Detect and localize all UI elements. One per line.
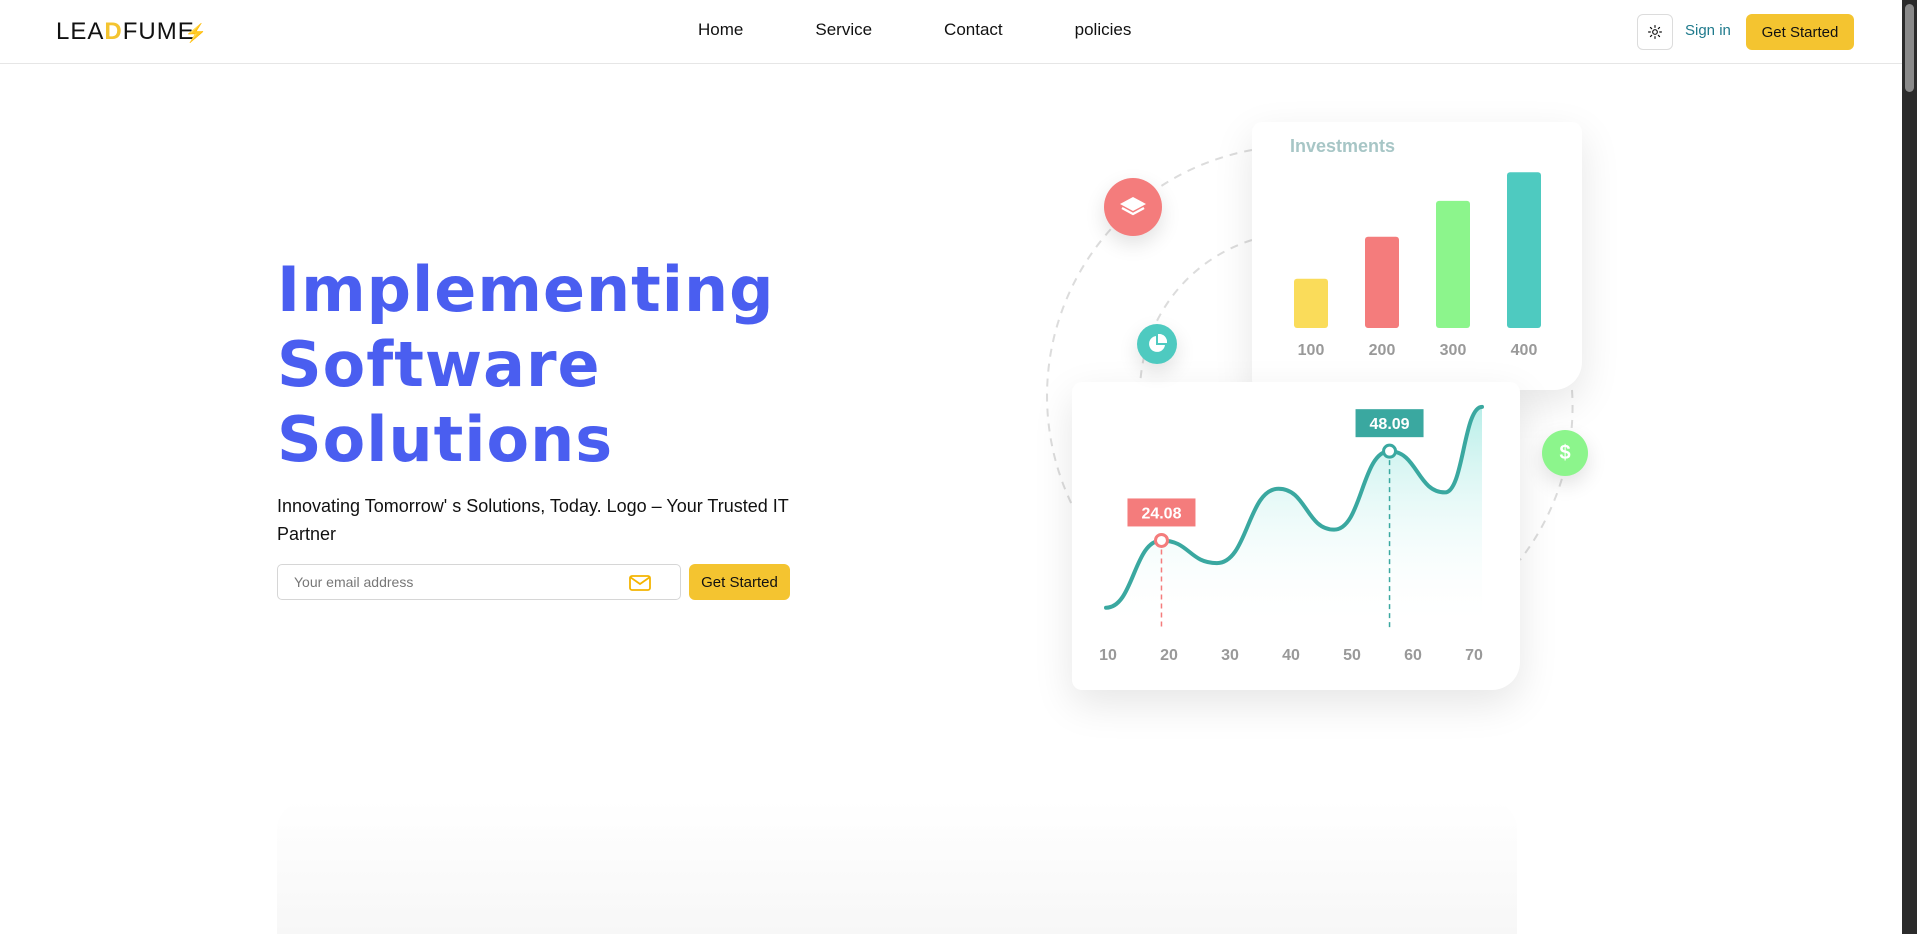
dollar-badge: $ — [1542, 430, 1588, 476]
sun-icon — [1648, 25, 1662, 39]
nav-link-contact[interactable]: Contact — [944, 20, 1003, 40]
logo-text-fume: FUME — [122, 18, 195, 45]
nav-link-home[interactable]: Home — [698, 20, 743, 40]
bar-tick-label: 300 — [1440, 342, 1467, 359]
investment-bar — [1436, 200, 1470, 328]
scrollbar-thumb[interactable] — [1905, 4, 1914, 92]
hero-subtitle: Innovating Tomorrow' s Solutions, Today.… — [277, 496, 789, 544]
x-tick-label: 50 — [1343, 647, 1361, 664]
hero-title-line: Implementing — [277, 253, 775, 326]
logo[interactable]: LEADFUME⚡ — [56, 18, 208, 46]
next-section-preview — [277, 800, 1517, 934]
page-scrollbar[interactable] — [1902, 0, 1917, 934]
hero-illustration: Investments 100 200 300 400 24.08 48.09 10 20 3… — [1020, 100, 1680, 740]
hero-title-line: Solutions — [277, 403, 614, 476]
pie-chart-icon — [1149, 334, 1167, 352]
logo-text-d: D — [104, 18, 123, 45]
hero-get-started-button[interactable]: Get Started — [689, 564, 790, 600]
x-tick-label: 60 — [1404, 647, 1422, 664]
nav-link-service[interactable]: Service — [815, 20, 872, 40]
site-header: LEADFUME⚡ Home Service Contact policies … — [0, 0, 1902, 64]
data-label: 48.09 — [1370, 416, 1410, 433]
theme-toggle-button[interactable] — [1637, 14, 1673, 50]
nav-link-policies[interactable]: policies — [1075, 20, 1132, 40]
x-tick-label: 70 — [1465, 647, 1483, 664]
hero-title-line: Software — [277, 328, 601, 401]
layers-badge — [1104, 178, 1162, 236]
main-nav: Home Service Contact policies — [698, 20, 1203, 40]
investments-card: Investments 100 200 300 400 — [1252, 122, 1582, 390]
bar-tick-label: 100 — [1298, 342, 1325, 359]
data-point-marker — [1382, 443, 1398, 459]
growth-line-chart: 24.08 48.09 10 20 30 40 50 60 70 — [1099, 404, 1484, 664]
x-tick-label: 20 — [1160, 647, 1178, 664]
sign-in-link[interactable]: Sign in — [1685, 22, 1731, 39]
x-tick-label: 40 — [1282, 647, 1300, 664]
hero-title: Implementing Software Solutions — [277, 252, 837, 477]
mail-icon — [629, 575, 651, 591]
data-label: 24.08 — [1141, 505, 1181, 522]
logo-text-lea: LEA — [56, 18, 105, 45]
data-point-marker — [1153, 532, 1169, 548]
line-chart-card: 24.08 48.09 10 20 30 40 50 60 70 — [1072, 382, 1520, 690]
header-get-started-button[interactable]: Get Started — [1746, 14, 1854, 50]
dollar-icon: $ — [1559, 441, 1571, 464]
x-tick-label: 10 — [1099, 647, 1117, 664]
investments-bar-chart: 100 200 300 400 — [1294, 172, 1541, 359]
x-tick-label: 30 — [1221, 647, 1239, 664]
investment-bar — [1507, 172, 1541, 328]
logo-bolt-icon: ⚡ — [184, 23, 209, 43]
layers-icon — [1120, 197, 1146, 216]
investment-bar — [1365, 236, 1399, 328]
email-input[interactable] — [278, 565, 618, 599]
bar-tick-label: 400 — [1511, 342, 1538, 359]
email-field-wrapper — [277, 564, 681, 600]
investment-bar — [1294, 278, 1328, 328]
bar-tick-label: 200 — [1369, 342, 1396, 359]
pie-chart-badge — [1137, 324, 1177, 364]
